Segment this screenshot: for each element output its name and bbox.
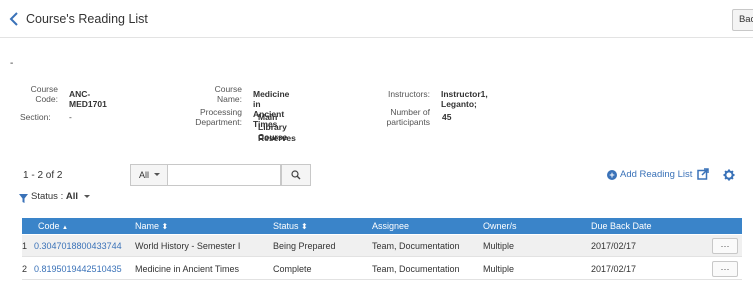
result-count: 1 - 2 of 2 — [23, 170, 63, 181]
filter-icon — [19, 194, 28, 203]
reading-list-name: Medicine in Ancient Times — [135, 264, 240, 274]
page-title: Course's Reading List — [26, 12, 148, 26]
reading-list-code-link[interactable]: 0.8195019442510435 — [34, 264, 122, 274]
section-separator: - — [10, 58, 14, 69]
row-number: 2 — [22, 264, 28, 274]
sort-icon: ⬍ — [161, 222, 169, 231]
column-header-status[interactable]: Status ⬍ — [273, 221, 308, 231]
search-scope-select[interactable]: All — [130, 164, 167, 186]
course-code-value: ANC-MED1701 — [69, 89, 107, 109]
instructors-label: Instructors: — [387, 89, 430, 99]
reading-list-name: World History - Semester I — [135, 241, 241, 251]
reading-list-assignee: Team, Documentation — [372, 241, 460, 251]
row-actions-button[interactable]: ··· — [712, 261, 738, 277]
reading-list-due-date: 2017/02/17 — [591, 241, 637, 251]
add-reading-list-label: Add Reading List — [620, 169, 693, 180]
status-filter-value: All — [65, 191, 78, 202]
column-header-due-back-date: Due Back Date — [591, 221, 652, 231]
chevron-down-icon — [154, 173, 160, 176]
column-header-assignee: Assignee — [372, 221, 410, 231]
status-filter-label: Status : — [31, 191, 64, 202]
row-actions-button[interactable]: ··· — [712, 238, 738, 254]
gear-icon[interactable] — [723, 169, 735, 181]
search-input[interactable] — [167, 164, 281, 186]
section-label: Section: — [20, 112, 51, 122]
export-icon[interactable] — [697, 168, 709, 180]
participants-value: 45 — [442, 112, 452, 122]
sort-icon: ⬍ — [301, 222, 308, 231]
reading-list-owners: Multiple — [483, 264, 515, 274]
search-icon — [291, 170, 301, 180]
course-code-label: Course Code: — [30, 84, 58, 104]
page-header: Course's Reading List Back — [0, 0, 753, 38]
table-row: 2 0.8195019442510435 Medicine in Ancient… — [22, 258, 742, 280]
chevron-down-icon — [84, 195, 90, 198]
reading-list-status: Being Prepared — [273, 241, 336, 251]
add-reading-list-button[interactable]: + Add Reading List — [607, 169, 692, 180]
reading-list-code-link[interactable]: 0.3047018800433744 — [34, 241, 122, 251]
participants-label: Number of participants — [386, 107, 430, 127]
chevron-left-icon[interactable] — [7, 11, 21, 27]
reading-list-assignee: Team, Documentation — [372, 264, 460, 274]
instructors-value: Instructor1, Leganto; — [441, 89, 488, 109]
column-header-name[interactable]: Name ⬍ — [135, 221, 168, 231]
reading-list-status: Complete — [273, 264, 312, 274]
search-button[interactable] — [281, 164, 311, 186]
reading-list-owners: Multiple — [483, 241, 515, 251]
search-scope-value: All — [139, 170, 150, 180]
row-number: 1 — [22, 241, 28, 251]
back-button[interactable]: Back — [732, 9, 753, 31]
processing-department-label: Processing Department: — [195, 107, 242, 127]
table-row: 1 0.3047018800433744 World History - Sem… — [22, 235, 742, 257]
course-name-label: Course Name: — [214, 84, 242, 104]
reading-list-due-date: 2017/02/17 — [591, 264, 637, 274]
section-value: - — [69, 112, 72, 122]
plus-circle-icon: + — [607, 170, 617, 180]
sort-asc-icon: ▲ — [62, 225, 68, 231]
column-header-code[interactable]: Code ▲ — [38, 221, 68, 231]
processing-department-value-line2: Reserves — [258, 133, 296, 143]
status-filter[interactable]: Status : All — [31, 191, 90, 202]
table-header: Code ▲ Name ⬍ Status ⬍ Assignee Owner/s … — [22, 218, 742, 234]
column-header-owners: Owner/s — [483, 221, 517, 231]
